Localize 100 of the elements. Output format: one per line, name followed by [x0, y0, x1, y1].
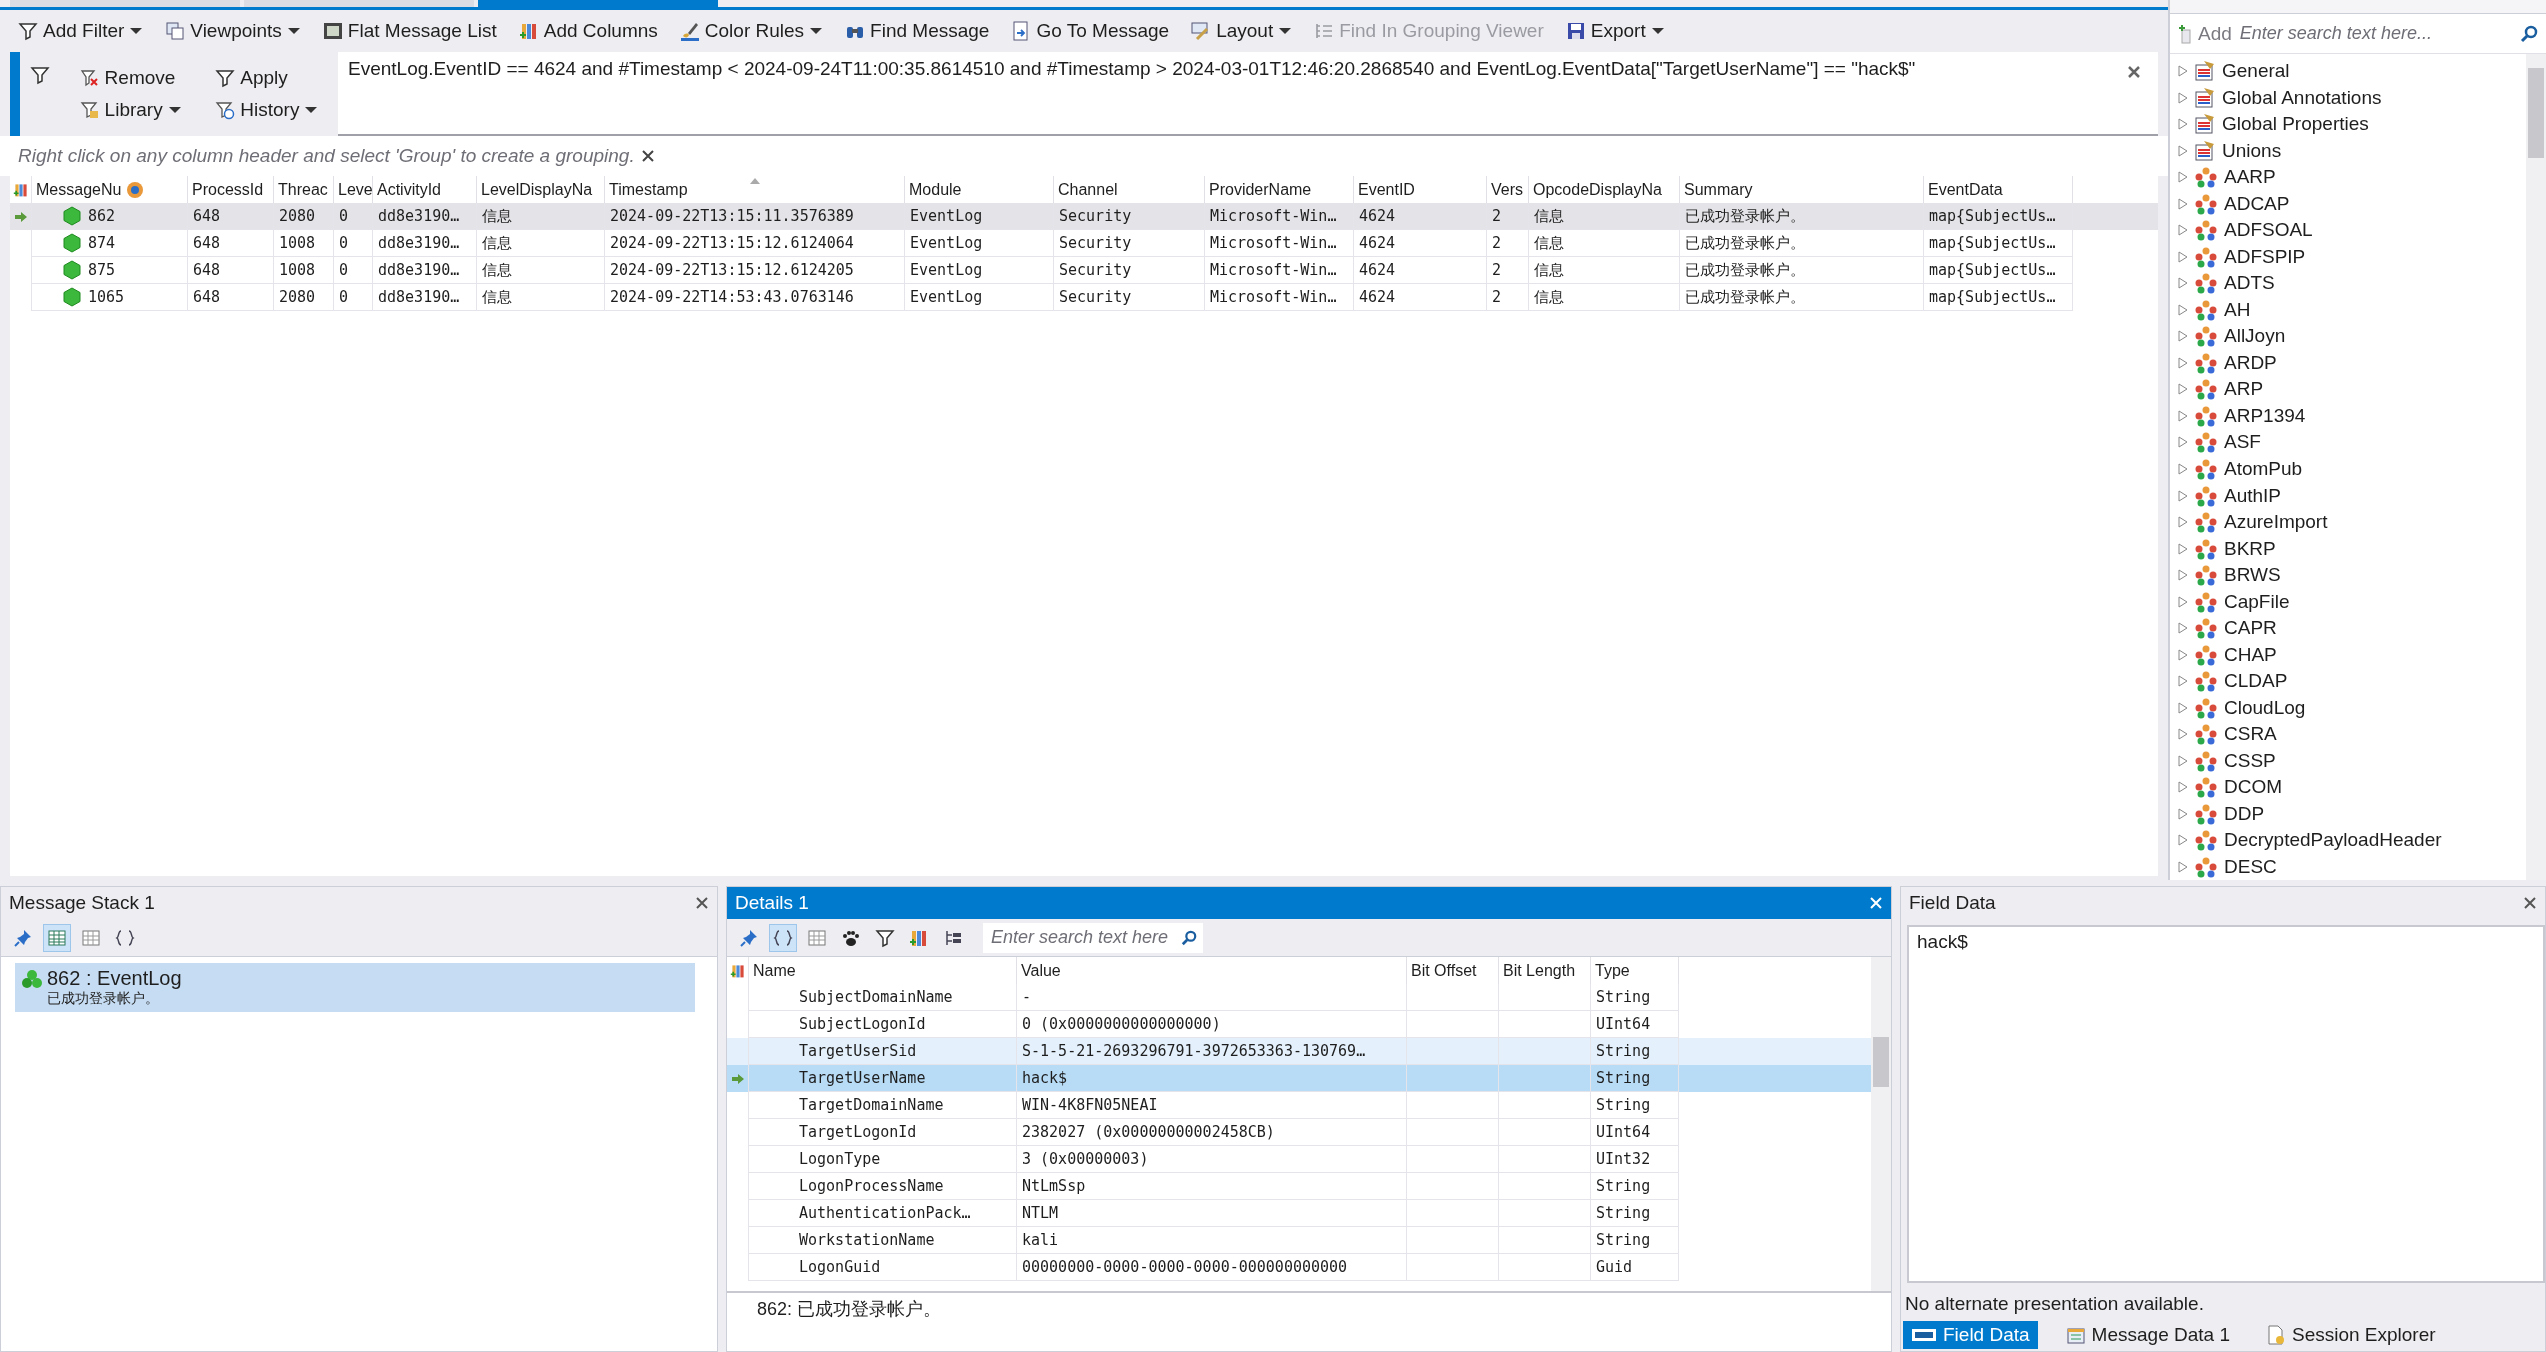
expand-icon[interactable] — [2178, 91, 2188, 104]
field-tree-item[interactable]: DecryptedPayloadHeader — [2224, 829, 2442, 852]
expand-icon[interactable] — [2178, 542, 2188, 555]
expand-icon[interactable] — [2178, 834, 2188, 847]
field-tree-item[interactable]: Unions — [2222, 139, 2282, 162]
expand-icon[interactable] — [2178, 675, 2188, 688]
table-cell: NtLmSsp — [1022, 1177, 1086, 1195]
expand-icon[interactable] — [2178, 463, 2188, 475]
field-tree-item[interactable]: ADFSOAL — [2224, 219, 2313, 242]
field-tree-item[interactable]: CSSP — [2224, 749, 2276, 772]
field-tree-item[interactable]: DCOM — [2224, 776, 2283, 799]
expand-icon[interactable] — [2178, 622, 2188, 635]
field-search-field[interactable]: Enter search text here... — [2237, 22, 2538, 45]
field-tree-item[interactable]: DESC — [2224, 855, 2277, 878]
filter-expression-field[interactable]: EventLog.EventID == 4624 and #Timestamp < 2024-09-24T11:00:35.8614510 and #Timestamp > 2024-03-01T12:46:20.2868540 and EventLog.EventData["TargetUserName"] == "hack$" — [338, 52, 2158, 136]
filter-button[interactable]: Remove — [75, 65, 202, 91]
toolbar-button[interactable]: Viewpoints — [161, 18, 305, 44]
field-tree-item[interactable]: ARDP — [2224, 351, 2277, 374]
field-tree-item[interactable]: Global Annotations — [2222, 86, 2382, 109]
field-row[interactable]: TargetUserSid S-1-5-21-2693296791-3972653363-130769… String — [727, 1038, 1871, 1065]
details-search-field[interactable]: Enter search text here — [983, 922, 1203, 953]
field-tree-item[interactable]: BKRP — [2224, 537, 2276, 560]
table-cell: Microsoft-Win… — [1210, 234, 1337, 252]
close-icon[interactable] — [695, 896, 709, 910]
expand-icon[interactable] — [2178, 860, 2188, 873]
toolbar-button[interactable]: Flat Message List — [318, 18, 501, 44]
field-tree-item[interactable]: ADCAP — [2224, 192, 2290, 215]
field-tree-item[interactable]: AzureImport — [2224, 511, 2328, 533]
expand-icon[interactable] — [2178, 728, 2188, 741]
expand-icon[interactable] — [2178, 781, 2188, 794]
field-tree-item[interactable]: CLDAP — [2224, 670, 2288, 693]
field-tree-item[interactable]: ASF — [2224, 431, 2261, 454]
message-stack-item[interactable]: 862 : EventLog 已成功登录帐户。 — [15, 963, 695, 1012]
field-tree-item[interactable]: CSRA — [2224, 723, 2277, 746]
expand-icon[interactable] — [2178, 409, 2188, 422]
add-field-button[interactable]: Add — [2178, 22, 2232, 45]
field-tree-item[interactable]: AARP — [2224, 166, 2276, 189]
expand-icon[interactable] — [2178, 754, 2188, 767]
expand-icon[interactable] — [2178, 383, 2188, 396]
toolbar-button[interactable]: Layout — [1187, 18, 1297, 44]
expand-icon[interactable] — [2178, 65, 2188, 78]
field-tree-item[interactable]: ADFSPIP — [2224, 245, 2306, 268]
toolbar-button[interactable]: Add Filter — [14, 18, 148, 44]
field-row[interactable]: TargetUserName hack$ String — [727, 1065, 1871, 1092]
expand-icon[interactable] — [2178, 489, 2188, 502]
expand-icon[interactable] — [2178, 224, 2188, 237]
field-tree-item[interactable]: ARP — [2224, 378, 2264, 401]
scrollbar[interactable] — [1871, 957, 1891, 1291]
toolbar-button[interactable]: Color Rules — [675, 18, 828, 44]
filter-button[interactable]: Apply — [211, 65, 338, 91]
expand-icon[interactable] — [2178, 330, 2188, 343]
panel-tab[interactable]: Field Data — [1903, 1321, 2038, 1349]
expand-icon[interactable] — [2178, 197, 2188, 210]
toolbar-toggle[interactable] — [43, 923, 71, 952]
scrollbar[interactable] — [2526, 54, 2546, 880]
expand-icon[interactable] — [2178, 595, 2188, 608]
field-tree-item[interactable]: AH — [2224, 298, 2251, 321]
field-tree-item[interactable]: CloudLog — [2224, 696, 2306, 719]
table-cell: Security — [1059, 207, 1132, 225]
toolbar-toggle[interactable] — [769, 923, 797, 952]
filter-button[interactable]: Library — [75, 97, 202, 123]
expand-icon[interactable] — [2178, 144, 2188, 157]
panel-tab[interactable]: Session Explorer — [2257, 1321, 2444, 1349]
field-tree-item[interactable]: CAPR — [2224, 617, 2277, 640]
toolbar-button[interactable]: Go To Message — [1007, 18, 1174, 44]
close-icon[interactable] — [2523, 896, 2537, 910]
expand-icon[interactable] — [2178, 436, 2188, 449]
expand-icon[interactable] — [2178, 648, 2188, 661]
field-tree-item[interactable]: AllJoyn — [2224, 325, 2286, 348]
field-tree-item[interactable]: ADTS — [2224, 272, 2275, 295]
expand-icon[interactable] — [2178, 250, 2188, 263]
field-tree-item[interactable]: General — [2222, 60, 2290, 83]
field-tree-item[interactable]: CHAP — [2224, 643, 2277, 666]
expand-icon[interactable] — [2178, 569, 2188, 582]
field-tree-item[interactable]: AuthIP — [2224, 484, 2282, 507]
toolbar-button[interactable]: Export — [1561, 18, 1669, 44]
field-tree-item[interactable]: AtomPub — [2224, 458, 2303, 480]
field-value-box[interactable]: hack$ — [1907, 925, 2545, 1283]
expand-icon[interactable] — [2178, 303, 2188, 316]
table-cell: 0 (0x0000000000000000) — [1022, 1015, 1221, 1033]
expand-icon[interactable] — [2178, 701, 2188, 714]
field-tree-item[interactable]: Global Properties — [2222, 113, 2369, 136]
expand-icon[interactable] — [2178, 277, 2188, 290]
clear-filter-icon[interactable] — [2126, 64, 2142, 80]
expand-icon[interactable] — [2178, 807, 2188, 820]
panel-tab[interactable]: Message Data 1 — [2057, 1321, 2238, 1349]
filter-button[interactable]: History — [211, 97, 338, 123]
expand-icon[interactable] — [2178, 516, 2188, 528]
field-tree-item[interactable]: ARP1394 — [2224, 404, 2306, 427]
toolbar-button[interactable]: Add Columns — [514, 18, 662, 44]
expand-icon[interactable] — [2178, 356, 2188, 369]
field-tree-item[interactable]: CapFile — [2224, 590, 2290, 613]
message-row[interactable]: 862 648 2080 0 dd8e3190… 信息 2024-09-22T13:15:11.3576389 EventLog Security Microsoft-Win… 4624 2 信息 已成功登录帐户。 map{SubjectUs… — [10, 203, 2158, 230]
expand-icon[interactable] — [2178, 118, 2188, 131]
field-tree-item[interactable]: DDP — [2224, 802, 2265, 825]
toolbar-button[interactable]: Find Message — [841, 18, 994, 44]
expand-icon[interactable] — [2178, 171, 2188, 184]
caret-icon — [304, 106, 319, 114]
close-icon[interactable] — [640, 149, 655, 163]
field-tree-item[interactable]: BRWS — [2224, 564, 2281, 587]
